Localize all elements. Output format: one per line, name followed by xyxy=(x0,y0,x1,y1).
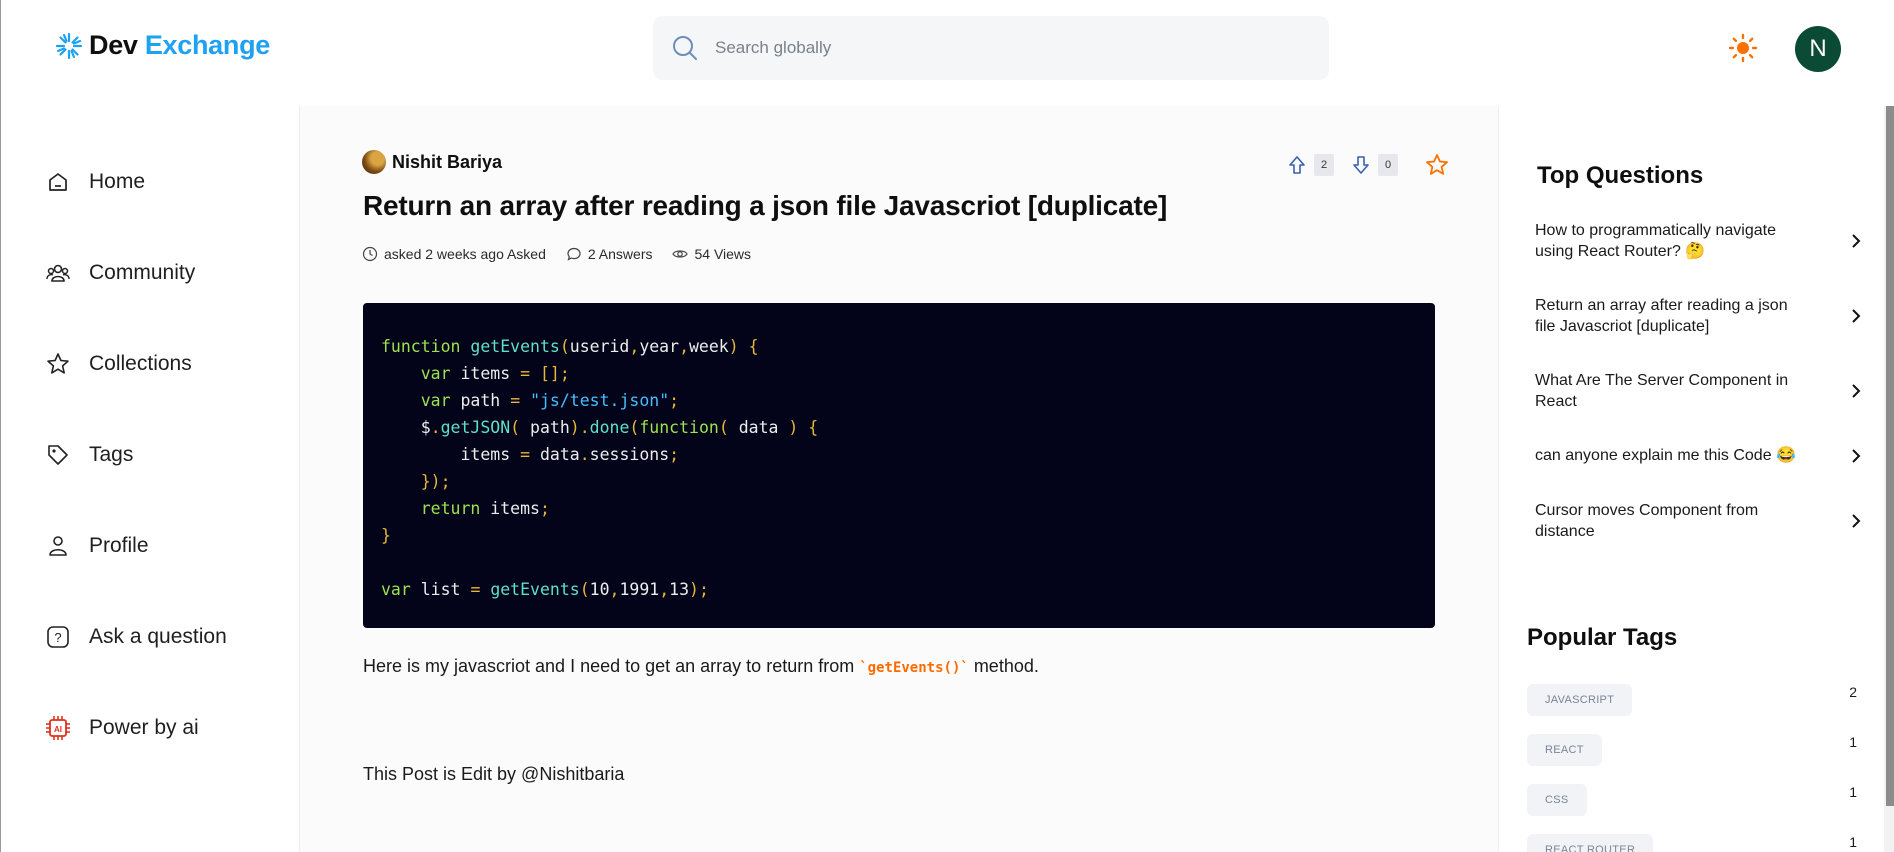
tag-icon xyxy=(48,445,68,465)
sun-icon[interactable] xyxy=(1727,32,1759,64)
global-search xyxy=(653,16,1329,80)
top-questions-title: Top Questions xyxy=(1537,162,1704,189)
sidebar-item-collections[interactable]: Collections xyxy=(45,344,192,384)
user-avatar[interactable]: N xyxy=(1795,26,1841,72)
left-sidebar: Home Community Collections Tags Profile … xyxy=(0,106,300,852)
sidebar-item-label: Collections xyxy=(89,352,192,375)
svg-text:?: ? xyxy=(54,630,61,645)
author-link[interactable]: Nishit Bariya xyxy=(362,150,502,174)
eye-icon xyxy=(672,250,689,258)
author-name: Nishit Bariya xyxy=(392,151,503,172)
sidebar-item-ask-question[interactable]: ? Ask a question xyxy=(45,617,227,657)
sidebar-item-power-by-ai[interactable]: AI Power by ai xyxy=(45,708,199,748)
top-question-item[interactable]: Cursor moves Component from distance xyxy=(1535,500,1865,542)
vote-controls: 2 0 xyxy=(1286,152,1450,178)
top-question-item[interactable]: can anyone explain me this Code 😂 xyxy=(1535,445,1865,466)
upvote-arrow-icon[interactable] xyxy=(1286,154,1308,176)
sidebar-item-home[interactable]: Home xyxy=(45,162,145,202)
meta-answers-text: 2 Answers xyxy=(587,246,653,262)
tag-count: 1 xyxy=(1849,734,1857,750)
top-question-text: can anyone explain me this Code 😂 xyxy=(1535,447,1796,464)
save-star-icon[interactable] xyxy=(1424,152,1450,178)
tag-chip[interactable]: REACT xyxy=(1527,734,1602,766)
top-question-text: Return an array after reading a json fil… xyxy=(1535,297,1788,335)
logo-exchange-text: Exchange xyxy=(144,30,270,60)
tag-count: 1 xyxy=(1849,834,1857,850)
sidebar-item-label: Tags xyxy=(89,443,134,466)
clock-icon xyxy=(362,246,378,262)
tag-row: CSS 1 xyxy=(1527,784,1857,816)
tag-count: 1 xyxy=(1849,784,1857,800)
sidebar-item-community[interactable]: Community xyxy=(45,253,195,293)
sidebar-item-profile[interactable]: Profile xyxy=(45,526,149,566)
sidebar-item-label: Home xyxy=(89,170,146,193)
logo-burst-icon xyxy=(55,32,83,59)
users-icon xyxy=(46,264,70,282)
top-question-text: How to programmatically navigate using R… xyxy=(1535,222,1776,260)
logo-dev-text: Dev xyxy=(89,30,138,60)
site-logo[interactable]: Dev Exchange xyxy=(55,30,270,61)
popular-tags-title: Popular Tags xyxy=(1527,624,1678,651)
tag-count: 2 xyxy=(1849,684,1857,700)
tag-chip[interactable]: CSS xyxy=(1527,784,1587,816)
meta-asked-text: asked 2 weeks ago Asked xyxy=(384,246,546,262)
message-icon xyxy=(567,247,581,261)
edit-note: This Post is Edit by @Nishitbaria xyxy=(363,764,625,784)
tag-row: JAVASCRIPT 2 xyxy=(1527,684,1857,716)
chevron-right-icon xyxy=(1852,384,1861,398)
question-body: Here is my javascriot and I need to get … xyxy=(363,656,1039,677)
sidebar-item-label: Community xyxy=(89,261,196,284)
meta-views: 54 Views xyxy=(672,246,751,262)
question-title: Return an array after reading a json fil… xyxy=(363,190,1168,221)
inline-code: `getEvents()` xyxy=(859,660,969,676)
sidebar-item-label: Ask a question xyxy=(89,625,227,648)
right-sidebar: Top Questions How to programmatically na… xyxy=(1498,106,1894,852)
meta-views-text: 54 Views xyxy=(694,246,752,262)
logo-text: Dev Exchange xyxy=(89,30,270,61)
top-question-item[interactable]: How to programmatically navigate using R… xyxy=(1535,220,1865,262)
home-icon xyxy=(49,173,67,191)
top-question-text: What Are The Server Component in React xyxy=(1535,372,1789,410)
tag-row: REACT ROUTER 1 xyxy=(1527,834,1857,852)
scrollbar-thumb[interactable] xyxy=(1886,106,1894,806)
question-body-text: Here is my javascriot and I need to get … xyxy=(363,656,860,676)
downvote-count: 0 xyxy=(1378,154,1398,176)
search-input[interactable] xyxy=(715,16,1315,80)
tag-chip[interactable]: REACT ROUTER xyxy=(1527,834,1654,852)
question-meta: asked 2 weeks ago Asked 2 Answers 54 Vie… xyxy=(362,246,751,262)
sidebar-item-label: Profile xyxy=(89,534,149,557)
author-avatar xyxy=(362,150,386,174)
star-icon xyxy=(47,353,69,374)
user-icon xyxy=(49,536,67,556)
downvote-arrow-icon[interactable] xyxy=(1350,154,1372,176)
chevron-right-icon xyxy=(1852,514,1861,528)
chevron-right-icon xyxy=(1852,448,1861,463)
meta-answers: 2 Answers xyxy=(566,246,653,262)
tag-row: REACT 1 xyxy=(1527,734,1857,766)
question-detail: Nishit Bariya 2 0 Return an array after … xyxy=(300,106,1498,852)
top-navbar: Dev Exchange N xyxy=(0,0,1894,106)
sidebar-item-tags[interactable]: Tags xyxy=(45,435,133,475)
top-question-item[interactable]: What Are The Server Component in React xyxy=(1535,370,1865,412)
meta-asked: asked 2 weeks ago Asked xyxy=(362,246,546,262)
tag-chip[interactable]: JAVASCRIPT xyxy=(1527,684,1633,716)
ai-chip-icon: AI xyxy=(46,716,70,740)
search-icon xyxy=(673,36,697,60)
top-question-item[interactable]: Return an array after reading a json fil… xyxy=(1535,295,1865,337)
top-question-text: Cursor moves Component from distance xyxy=(1535,502,1759,540)
sidebar-item-label: Power by ai xyxy=(89,716,199,739)
svg-text:AI: AI xyxy=(54,725,62,734)
question-icon: ? xyxy=(47,626,69,648)
chevron-right-icon xyxy=(1852,309,1861,323)
upvote-count: 2 xyxy=(1314,154,1334,176)
question-body-text-end: method. xyxy=(968,656,1039,676)
chevron-right-icon xyxy=(1852,234,1861,248)
code-block: function getEvents(userid,year,week) { v… xyxy=(363,303,1435,628)
